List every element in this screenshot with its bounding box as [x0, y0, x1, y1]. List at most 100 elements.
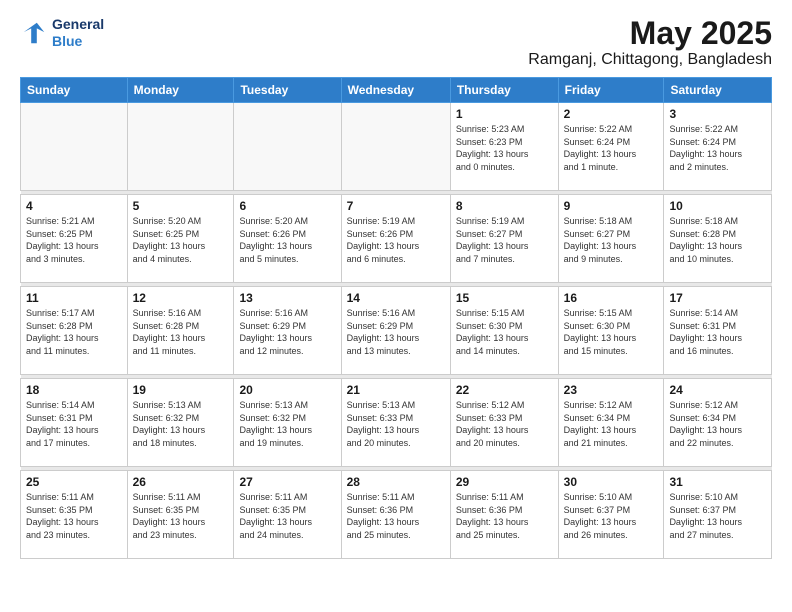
calendar-cell: 9 Sunrise: 5:18 AM Sunset: 6:27 PM Daylig… [558, 195, 664, 283]
weekday-header-tuesday: Tuesday [234, 78, 341, 103]
day-number: 20 [239, 383, 335, 397]
day-number: 30 [564, 475, 659, 489]
calendar-week-3: 11 Sunrise: 5:17 AM Sunset: 6:28 PM Dayli… [21, 287, 772, 375]
calendar-week-4: 18Sunrise: 5:14 AM Sunset: 6:31 PM Dayli… [21, 379, 772, 467]
calendar-cell: 13 Sunrise: 5:16 AM Sunset: 6:29 PM Dayli… [234, 287, 341, 375]
calendar-cell: 4 Sunrise: 5:21 AM Sunset: 6:25 PM Daylig… [21, 195, 128, 283]
day-info: Sunrise: 5:13 AM Sunset: 6:33 PM Dayligh… [347, 399, 445, 449]
day-info: Sunrise: 5:14 AM Sunset: 6:31 PM Dayligh… [26, 399, 122, 449]
calendar-cell: 31Sunrise: 5:10 AM Sunset: 6:37 PM Dayli… [664, 471, 772, 559]
day-info: Sunrise: 5:16 AM Sunset: 6:29 PM Dayligh… [239, 307, 335, 357]
calendar-cell: 20 Sunrise: 5:13 AM Sunset: 6:32 PM Dayli… [234, 379, 341, 467]
weekday-header-friday: Friday [558, 78, 664, 103]
calendar-cell: 3Sunrise: 5:22 AM Sunset: 6:24 PM Daylig… [664, 103, 772, 191]
title-block: May 2025 Ramganj, Chittagong, Bangladesh [528, 16, 772, 69]
logo-icon [20, 19, 48, 47]
calendar-cell: 27Sunrise: 5:11 AM Sunset: 6:35 PM Dayli… [234, 471, 341, 559]
header: General Blue May 2025 Ramganj, Chittagon… [20, 16, 772, 69]
calendar-cell: 15Sunrise: 5:15 AM Sunset: 6:30 PM Dayli… [450, 287, 558, 375]
day-info: Sunrise: 5:17 AM Sunset: 6:28 PM Dayligh… [26, 307, 122, 357]
day-info: Sunrise: 5:20 AM Sunset: 6:25 PM Dayligh… [133, 215, 229, 265]
day-info: Sunrise: 5:11 AM Sunset: 6:35 PM Dayligh… [239, 491, 335, 541]
day-number: 19 [133, 383, 229, 397]
calendar-cell: 5Sunrise: 5:20 AM Sunset: 6:25 PM Daylig… [127, 195, 234, 283]
day-number: 23 [564, 383, 659, 397]
day-number: 7 [347, 199, 445, 213]
calendar-cell: 12 Sunrise: 5:16 AM Sunset: 6:28 PM Dayli… [127, 287, 234, 375]
calendar-header-row: SundayMondayTuesdayWednesdayThursdayFrid… [21, 78, 772, 103]
day-info: Sunrise: 5:15 AM Sunset: 6:30 PM Dayligh… [456, 307, 553, 357]
day-number: 11 [26, 291, 122, 305]
weekday-header-sunday: Sunday [21, 78, 128, 103]
weekday-header-wednesday: Wednesday [341, 78, 450, 103]
day-number: 22 [456, 383, 553, 397]
page: General Blue May 2025 Ramganj, Chittagon… [0, 0, 792, 612]
day-info: Sunrise: 5:13 AM Sunset: 6:32 PM Dayligh… [239, 399, 335, 449]
day-number: 14 [347, 291, 445, 305]
day-info: Sunrise: 5:11 AM Sunset: 6:36 PM Dayligh… [456, 491, 553, 541]
day-info: Sunrise: 5:15 AM Sunset: 6:30 PM Dayligh… [564, 307, 659, 357]
day-info: Sunrise: 5:20 AM Sunset: 6:26 PM Dayligh… [239, 215, 335, 265]
day-number: 26 [133, 475, 229, 489]
day-number: 9 [564, 199, 659, 213]
day-info: Sunrise: 5:23 AM Sunset: 6:23 PM Dayligh… [456, 123, 553, 173]
day-info: Sunrise: 5:10 AM Sunset: 6:37 PM Dayligh… [669, 491, 766, 541]
day-number: 2 [564, 107, 659, 121]
day-info: Sunrise: 5:12 AM Sunset: 6:33 PM Dayligh… [456, 399, 553, 449]
day-number: 29 [456, 475, 553, 489]
calendar: SundayMondayTuesdayWednesdayThursdayFrid… [20, 77, 772, 559]
calendar-cell: 19 Sunrise: 5:13 AM Sunset: 6:32 PM Dayli… [127, 379, 234, 467]
day-number: 10 [669, 199, 766, 213]
calendar-cell: 10 Sunrise: 5:18 AM Sunset: 6:28 PM Dayli… [664, 195, 772, 283]
calendar-cell: 14 Sunrise: 5:16 AM Sunset: 6:29 PM Dayli… [341, 287, 450, 375]
day-number: 13 [239, 291, 335, 305]
calendar-cell [341, 103, 450, 191]
day-info: Sunrise: 5:10 AM Sunset: 6:37 PM Dayligh… [564, 491, 659, 541]
day-info: Sunrise: 5:11 AM Sunset: 6:36 PM Dayligh… [347, 491, 445, 541]
day-number: 28 [347, 475, 445, 489]
day-number: 8 [456, 199, 553, 213]
day-info: Sunrise: 5:16 AM Sunset: 6:29 PM Dayligh… [347, 307, 445, 357]
calendar-cell: 18Sunrise: 5:14 AM Sunset: 6:31 PM Dayli… [21, 379, 128, 467]
day-info: Sunrise: 5:16 AM Sunset: 6:28 PM Dayligh… [133, 307, 229, 357]
calendar-cell: 8Sunrise: 5:19 AM Sunset: 6:27 PM Daylig… [450, 195, 558, 283]
day-info: Sunrise: 5:13 AM Sunset: 6:32 PM Dayligh… [133, 399, 229, 449]
calendar-cell [234, 103, 341, 191]
calendar-cell: 25Sunrise: 5:11 AM Sunset: 6:35 PM Dayli… [21, 471, 128, 559]
calendar-cell: 22 Sunrise: 5:12 AM Sunset: 6:33 PM Dayli… [450, 379, 558, 467]
day-info: Sunrise: 5:18 AM Sunset: 6:28 PM Dayligh… [669, 215, 766, 265]
calendar-cell: 24Sunrise: 5:12 AM Sunset: 6:34 PM Dayli… [664, 379, 772, 467]
logo: General Blue [20, 16, 104, 50]
day-number: 6 [239, 199, 335, 213]
main-title: May 2025 [528, 16, 772, 51]
day-number: 1 [456, 107, 553, 121]
weekday-header-thursday: Thursday [450, 78, 558, 103]
weekday-header-monday: Monday [127, 78, 234, 103]
calendar-cell: 29 Sunrise: 5:11 AM Sunset: 6:36 PM Dayli… [450, 471, 558, 559]
calendar-cell: 26 Sunrise: 5:11 AM Sunset: 6:35 PM Dayli… [127, 471, 234, 559]
calendar-cell [127, 103, 234, 191]
day-info: Sunrise: 5:21 AM Sunset: 6:25 PM Dayligh… [26, 215, 122, 265]
calendar-cell [21, 103, 128, 191]
weekday-header-saturday: Saturday [664, 78, 772, 103]
calendar-cell: 7 Sunrise: 5:19 AM Sunset: 6:26 PM Daylig… [341, 195, 450, 283]
logo-text: General Blue [52, 16, 104, 50]
calendar-cell: 11 Sunrise: 5:17 AM Sunset: 6:28 PM Dayli… [21, 287, 128, 375]
day-info: Sunrise: 5:19 AM Sunset: 6:26 PM Dayligh… [347, 215, 445, 265]
day-info: Sunrise: 5:11 AM Sunset: 6:35 PM Dayligh… [26, 491, 122, 541]
day-info: Sunrise: 5:14 AM Sunset: 6:31 PM Dayligh… [669, 307, 766, 357]
day-number: 24 [669, 383, 766, 397]
day-info: Sunrise: 5:22 AM Sunset: 6:24 PM Dayligh… [564, 123, 659, 173]
day-number: 16 [564, 291, 659, 305]
calendar-cell: 30 Sunrise: 5:10 AM Sunset: 6:37 PM Dayli… [558, 471, 664, 559]
day-number: 4 [26, 199, 122, 213]
day-info: Sunrise: 5:12 AM Sunset: 6:34 PM Dayligh… [564, 399, 659, 449]
calendar-cell: 16 Sunrise: 5:15 AM Sunset: 6:30 PM Dayli… [558, 287, 664, 375]
calendar-cell: 1 Sunrise: 5:23 AM Sunset: 6:23 PM Daylig… [450, 103, 558, 191]
calendar-week-5: 25Sunrise: 5:11 AM Sunset: 6:35 PM Dayli… [21, 471, 772, 559]
sub-title: Ramganj, Chittagong, Bangladesh [528, 51, 772, 69]
day-number: 12 [133, 291, 229, 305]
calendar-cell: 2 Sunrise: 5:22 AM Sunset: 6:24 PM Daylig… [558, 103, 664, 191]
day-info: Sunrise: 5:11 AM Sunset: 6:35 PM Dayligh… [133, 491, 229, 541]
day-info: Sunrise: 5:18 AM Sunset: 6:27 PM Dayligh… [564, 215, 659, 265]
